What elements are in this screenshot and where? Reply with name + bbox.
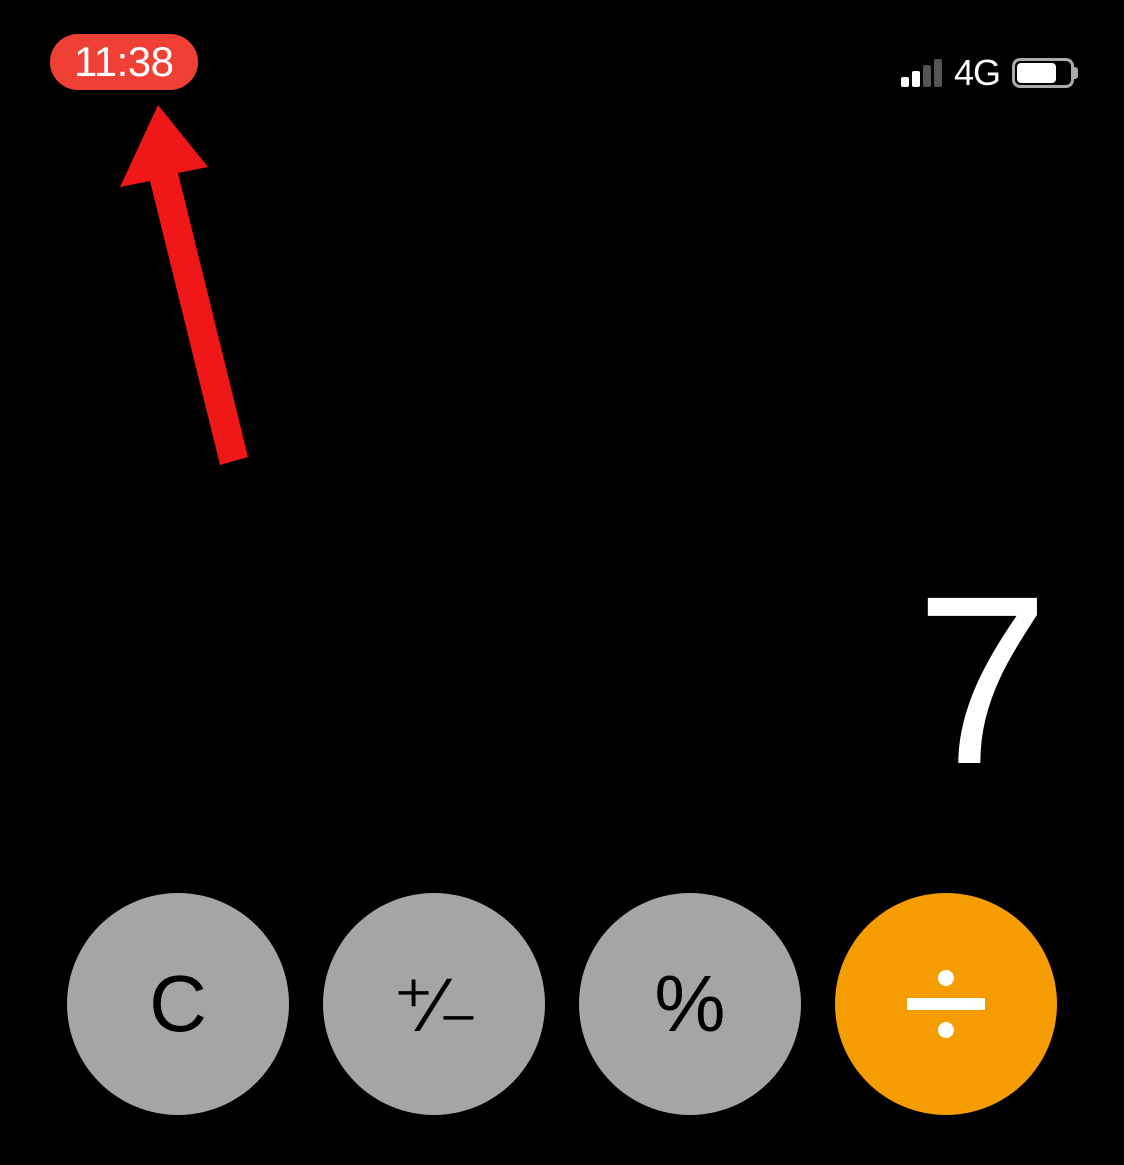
percent-button[interactable]: % xyxy=(579,893,801,1115)
battery-icon xyxy=(1012,58,1074,88)
calculator-display: 7 xyxy=(916,560,1049,800)
calculator-button-row: C ⁺∕₋ % xyxy=(0,893,1124,1115)
plus-minus-button[interactable]: ⁺∕₋ xyxy=(323,893,545,1115)
plus-minus-icon: ⁺∕₋ xyxy=(394,960,475,1049)
divide-button[interactable] xyxy=(835,893,1057,1115)
cellular-signal-icon xyxy=(901,59,942,87)
status-right: 4G xyxy=(901,52,1074,94)
divide-icon xyxy=(907,970,985,1038)
clear-button[interactable]: C xyxy=(67,893,289,1115)
time-recording-pill[interactable]: 11:38 xyxy=(50,34,198,90)
network-type-label: 4G xyxy=(954,52,1000,94)
status-bar: 11:38 4G xyxy=(0,0,1124,100)
annotation-arrow-icon xyxy=(120,105,300,485)
